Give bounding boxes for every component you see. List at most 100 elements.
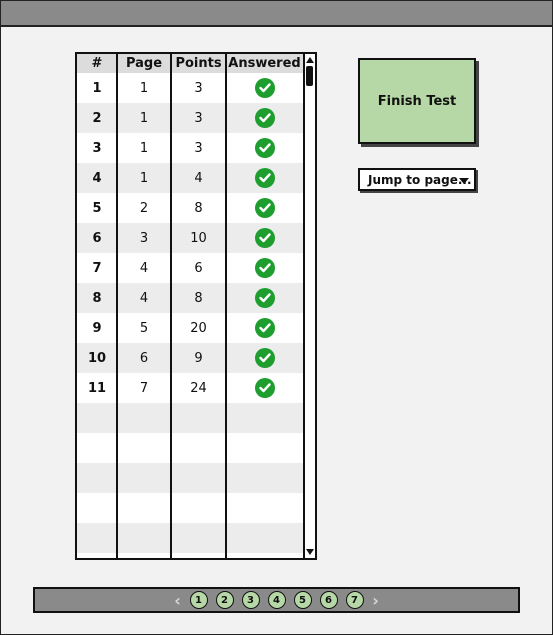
cell-answered (226, 313, 303, 343)
cell-answered (226, 73, 303, 103)
cell-answered (226, 343, 303, 373)
empty-cell (226, 463, 303, 493)
table-row (77, 463, 303, 493)
check-circle-icon (254, 288, 275, 308)
cell-points: 4 (194, 170, 203, 186)
check-circle-icon (254, 318, 275, 338)
empty-cell (171, 433, 226, 463)
table-row[interactable]: 4 1 4 (77, 163, 303, 193)
cell-points: 9 (194, 350, 203, 366)
page-button-3[interactable]: 3 (241, 591, 260, 609)
empty-cell (77, 433, 117, 463)
cell-number: 4 (92, 170, 102, 186)
page-button-2[interactable]: 2 (215, 591, 234, 609)
column-divider (225, 54, 227, 558)
questions-table: # Page Points Answered 11321331341452863… (75, 52, 317, 560)
column-header-page[interactable]: Page (117, 54, 171, 73)
table-row[interactable]: 3 1 3 (77, 133, 303, 163)
table-row[interactable]: 5 2 8 (77, 193, 303, 223)
table-row (77, 493, 303, 523)
cell-page: 6 (139, 350, 149, 366)
table-row[interactable]: 1 1 3 (77, 73, 303, 103)
cell-page: 1 (139, 140, 149, 156)
table-row[interactable]: 10 6 9 (77, 343, 303, 373)
cell-points: 10 (190, 230, 207, 246)
check-circle-icon (254, 108, 275, 128)
cell-page: 4 (139, 290, 149, 306)
empty-cell (117, 433, 171, 463)
cell-points: 3 (194, 140, 203, 156)
cell-answered (226, 253, 303, 283)
table-row (77, 523, 303, 553)
cell-points: 20 (190, 320, 207, 336)
empty-cell (171, 463, 226, 493)
table-row (77, 433, 303, 463)
cell-points: 8 (194, 290, 203, 306)
table-row[interactable]: 8 4 8 (77, 283, 303, 313)
table-row[interactable]: 2 1 3 (77, 103, 303, 133)
cell-page: 1 (139, 170, 149, 186)
cell-points: 8 (194, 200, 203, 216)
scroll-down-arrow-icon[interactable] (305, 547, 315, 557)
cell-points: 3 (194, 110, 203, 126)
cell-answered (226, 223, 303, 253)
cell-points: 24 (190, 380, 207, 396)
cell-answered (226, 133, 303, 163)
cell-points: 3 (194, 80, 203, 96)
chevron-right-icon[interactable]: › (369, 591, 383, 610)
table-scrollbar[interactable] (303, 54, 315, 558)
column-header-answered[interactable]: Answered (226, 54, 303, 73)
cell-answered (226, 163, 303, 193)
cell-answered (226, 373, 303, 403)
window-frame: # Page Points Answered 11321331341452863… (0, 0, 553, 635)
page-button-1[interactable]: 1 (189, 591, 208, 609)
cell-number: 11 (87, 380, 107, 396)
caret-down-icon (459, 178, 469, 184)
table-row (77, 403, 303, 433)
empty-cell (226, 403, 303, 433)
table-row[interactable]: 11 7 24 (77, 373, 303, 403)
jump-to-page-dropdown[interactable]: Jump to page... (358, 168, 476, 191)
check-circle-icon (254, 168, 275, 188)
cell-page: 7 (139, 380, 149, 396)
check-circle-icon (254, 348, 275, 368)
title-bar (1, 1, 552, 27)
table-row[interactable]: 9 5 20 (77, 313, 303, 343)
cell-number: 9 (92, 320, 102, 336)
cell-number: 6 (92, 230, 102, 246)
cell-points: 6 (194, 260, 203, 276)
column-divider (116, 54, 118, 558)
check-circle-icon (254, 258, 275, 278)
empty-cell (171, 493, 226, 523)
chevron-left-icon[interactable]: ‹ (171, 591, 185, 610)
check-circle-icon (254, 198, 275, 218)
cell-number: 8 (92, 290, 102, 306)
table-header: # Page Points Answered (77, 54, 303, 73)
cell-page: 1 (139, 110, 149, 126)
cell-number: 7 (92, 260, 102, 276)
finish-test-button[interactable]: Finish Test (358, 58, 476, 144)
empty-cell (226, 493, 303, 523)
table-row[interactable]: 7 4 6 (77, 253, 303, 283)
empty-cell (117, 463, 171, 493)
column-header-number[interactable]: # (77, 54, 117, 73)
scroll-up-arrow-icon[interactable] (305, 55, 315, 65)
empty-cell (226, 433, 303, 463)
scroll-thumb[interactable] (306, 66, 313, 86)
page-button-4[interactable]: 4 (267, 591, 286, 609)
page-button-6[interactable]: 6 (319, 591, 338, 609)
empty-cell (171, 403, 226, 433)
cell-number: 5 (92, 200, 102, 216)
check-circle-icon (254, 78, 275, 98)
page-button-7[interactable]: 7 (345, 591, 364, 609)
check-circle-icon (254, 228, 275, 248)
page-button-5[interactable]: 5 (293, 591, 312, 609)
cell-number: 2 (92, 110, 102, 126)
check-circle-icon (254, 378, 275, 398)
cell-number: 3 (92, 140, 102, 156)
table-row[interactable]: 6 3 10 (77, 223, 303, 253)
empty-cell (117, 493, 171, 523)
cell-page: 5 (139, 320, 149, 336)
column-header-points[interactable]: Points (171, 54, 226, 73)
empty-cell (77, 463, 117, 493)
